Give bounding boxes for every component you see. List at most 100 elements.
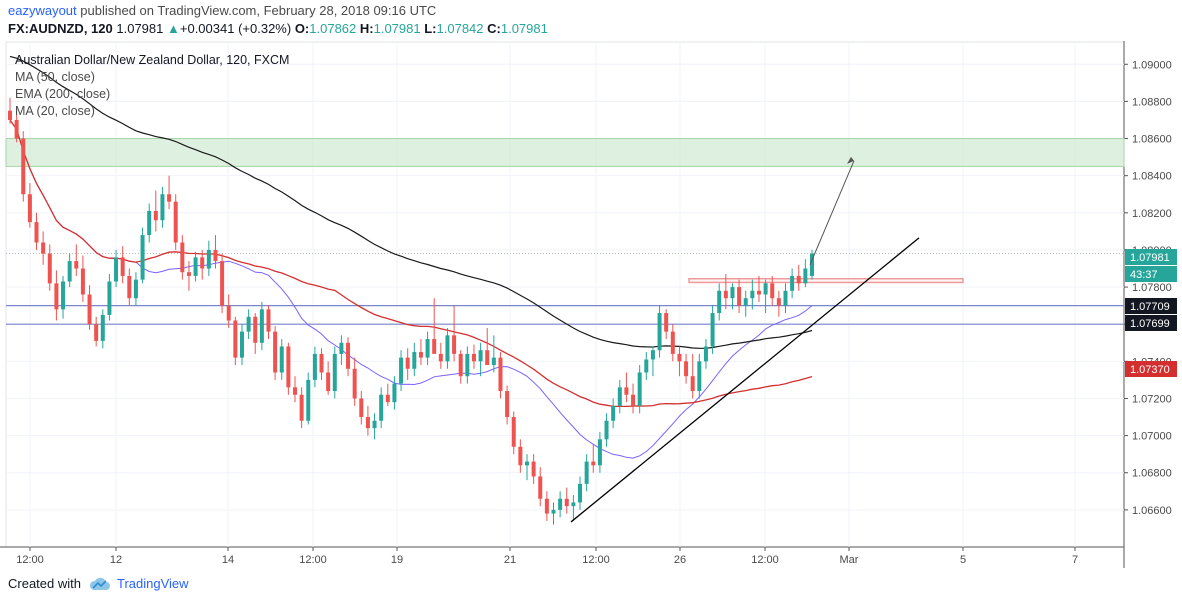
- candle-body: [220, 261, 225, 306]
- candle-body: [664, 313, 669, 332]
- x-tick-label: Mar: [840, 554, 859, 566]
- candle-body: [114, 257, 119, 282]
- candle-body: [465, 353, 470, 377]
- chart-legend: Australian Dollar/New Zealand Dollar, 12…: [15, 52, 289, 120]
- candle-body: [425, 339, 430, 358]
- x-tick-label: 12:00: [582, 554, 610, 566]
- candle-body: [87, 294, 92, 325]
- candle-body: [359, 398, 364, 418]
- candle-body: [206, 249, 211, 269]
- price-label: 1.07370: [1130, 364, 1170, 376]
- legend-ema200[interactable]: EMA (200, close): [15, 86, 289, 103]
- candle-body: [690, 376, 695, 392]
- candle-body: [346, 342, 351, 369]
- candle-body: [339, 342, 344, 354]
- candle-body: [452, 335, 457, 354]
- created-with-text: Created with: [8, 576, 81, 591]
- candle-body: [677, 353, 682, 362]
- candle-body: [763, 283, 768, 295]
- candle-body: [803, 268, 808, 284]
- candle-body: [372, 420, 377, 429]
- candle-body: [670, 331, 675, 354]
- candle-body: [650, 350, 655, 360]
- candle-body: [80, 268, 85, 295]
- candle-body: [737, 287, 742, 306]
- tradingview-link[interactable]: TradingView: [117, 576, 189, 591]
- candle-body: [319, 353, 324, 373]
- candle-body: [478, 350, 483, 362]
- candle-body: [127, 275, 132, 299]
- candle-body: [107, 281, 112, 315]
- candle-body: [776, 298, 781, 306]
- legend-ma50[interactable]: MA (50, close): [15, 69, 289, 86]
- candle-body: [597, 439, 602, 466]
- candle-body: [750, 290, 755, 299]
- legend-ma20[interactable]: MA (20, close): [15, 103, 289, 120]
- x-tick-label: 12:00: [751, 554, 779, 566]
- candle-body: [571, 502, 576, 507]
- candle-body: [558, 498, 563, 510]
- x-tick-label: 21: [504, 554, 516, 566]
- candle-body: [432, 339, 437, 354]
- candle-body: [611, 405, 616, 421]
- x-tick-label: 12:00: [16, 554, 44, 566]
- candle-body: [756, 290, 761, 295]
- candle-body: [61, 281, 66, 310]
- candle-body: [485, 350, 490, 366]
- candle-body: [47, 253, 52, 284]
- y-tick-label: 1.08600: [1132, 134, 1172, 146]
- candle-body: [551, 509, 556, 514]
- candle-body: [332, 353, 337, 392]
- candle-body: [697, 361, 702, 392]
- candle-body: [491, 357, 496, 366]
- target-zone: [5, 138, 1125, 167]
- candle-body: [34, 222, 39, 243]
- x-tick-label: 7: [1072, 554, 1078, 566]
- candle-body: [584, 461, 589, 484]
- candle-body: [564, 498, 569, 507]
- candle-body: [140, 235, 145, 280]
- candle-body: [213, 249, 218, 262]
- candle-body: [405, 357, 410, 369]
- candle-body: [167, 194, 172, 202]
- candle-body: [710, 313, 715, 347]
- y-tick-label: 1.06800: [1132, 468, 1172, 480]
- candle-body: [471, 353, 476, 362]
- candle-body: [259, 309, 264, 343]
- candle-body: [445, 335, 450, 362]
- candle-body: [399, 357, 404, 384]
- x-tick-label: 26: [674, 554, 686, 566]
- candle-body: [147, 210, 152, 236]
- legend-title: Australian Dollar/New Zealand Dollar, 12…: [15, 53, 290, 67]
- candle-body: [312, 353, 317, 380]
- tradingview-cloud-icon[interactable]: [89, 577, 111, 591]
- candle-body: [160, 194, 165, 221]
- price-label: 43:37: [1130, 269, 1158, 281]
- candle-body: [518, 446, 523, 466]
- candle-body: [14, 119, 19, 139]
- candle-body: [365, 417, 370, 429]
- candle-body: [186, 272, 191, 276]
- candle-body: [783, 290, 788, 306]
- y-tick-label: 1.09000: [1132, 59, 1172, 71]
- candle-body: [74, 261, 79, 269]
- candle-body: [438, 353, 443, 362]
- y-tick-label: 1.07000: [1132, 431, 1172, 443]
- candle-body: [524, 461, 529, 466]
- candle-body: [796, 275, 801, 284]
- candle-body: [730, 287, 735, 299]
- candle-body: [153, 210, 158, 221]
- candle-body: [723, 290, 728, 299]
- candle-body: [743, 298, 748, 306]
- candle-body: [644, 359, 649, 373]
- y-tick-label: 1.07800: [1132, 282, 1172, 294]
- candle-body: [279, 346, 284, 373]
- candle-body: [21, 138, 26, 195]
- candle-body: [684, 361, 689, 377]
- y-tick-label: 1.08200: [1132, 208, 1172, 220]
- candle-body: [239, 331, 244, 358]
- candle-body: [498, 357, 503, 392]
- candle-body: [266, 309, 271, 332]
- candle-body: [54, 283, 59, 310]
- candle-body: [8, 110, 12, 120]
